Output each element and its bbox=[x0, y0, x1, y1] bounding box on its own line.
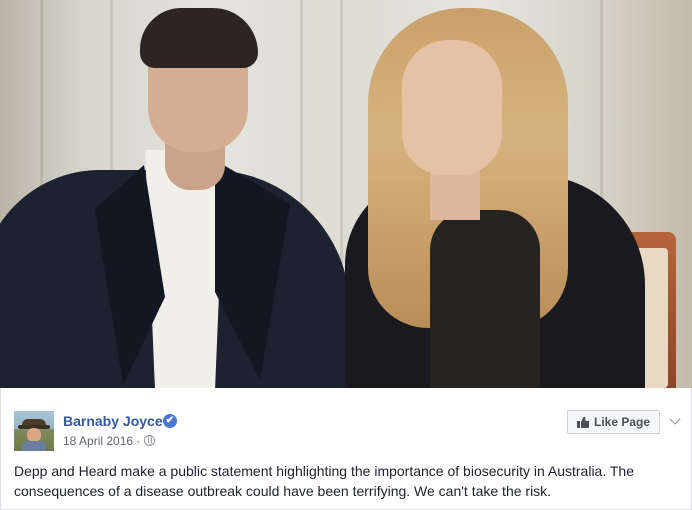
avatar-shirt bbox=[22, 441, 46, 451]
page-avatar[interactable] bbox=[14, 411, 54, 451]
page-name-link[interactable]: Barnaby Joyce bbox=[63, 413, 163, 429]
post-timestamp[interactable]: 18 April 2016 · bbox=[63, 434, 140, 448]
chevron-down-icon[interactable] bbox=[669, 413, 681, 425]
thumbs-up-icon bbox=[576, 416, 589, 428]
verified-badge-icon: ✔ bbox=[163, 414, 177, 428]
post-text: Depp and Heard make a public statement h… bbox=[14, 463, 634, 499]
woman-top bbox=[430, 210, 540, 388]
globe-icon bbox=[144, 435, 155, 446]
like-page-label: Like Page bbox=[593, 415, 651, 429]
man-hair bbox=[140, 8, 258, 68]
post-card: Barnaby Joyce ✔ 18 April 2016 · Like Pag… bbox=[0, 388, 692, 510]
like-page-button[interactable]: Like Page bbox=[567, 410, 660, 434]
video-player[interactable] bbox=[0, 0, 692, 388]
woman-face bbox=[402, 40, 502, 175]
avatar-face bbox=[27, 428, 41, 442]
